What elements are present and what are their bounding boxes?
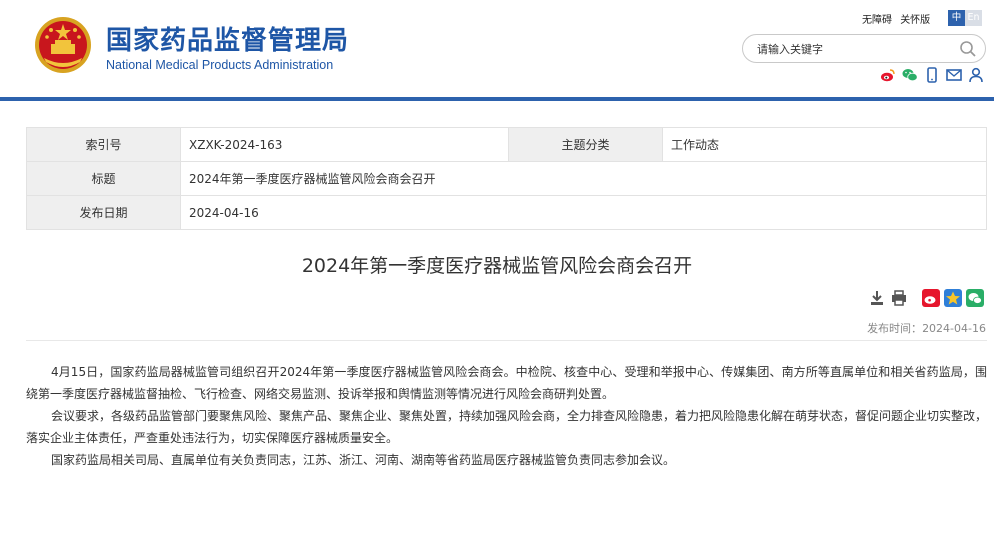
share-weibo-icon[interactable] — [922, 289, 940, 307]
accessibility-link[interactable]: 无障碍 — [862, 15, 892, 26]
download-icon[interactable] — [868, 289, 886, 307]
date-label: 发布日期 — [26, 195, 181, 230]
mobile-icon[interactable] — [924, 67, 940, 83]
lang-zh-button[interactable]: 中 — [948, 10, 965, 26]
national-emblem-icon — [35, 17, 91, 73]
top-links: 无障碍 关怀版 — [862, 11, 935, 26]
table-row: 索引号 XZXK-2024-163 主题分类 工作动态 — [26, 127, 987, 162]
article-paragraph: 4月15日，国家药监局器械监管司组织召开2024年第一季度医疗器械监管风险会商会… — [26, 365, 987, 401]
article-paragraph: 国家药监局相关司局、直属单位有关负责同志，江苏、浙江、河南、湖南等省药监局医疗器… — [51, 453, 676, 467]
index-value: XZXK-2024-163 — [180, 127, 509, 162]
table-row: 发布日期 2024-04-16 — [26, 195, 987, 230]
user-icon[interactable] — [968, 67, 984, 83]
care-mode-link[interactable]: 关怀版 — [900, 15, 930, 26]
content-divider — [26, 340, 987, 341]
search-input[interactable] — [757, 40, 957, 58]
header-divider — [0, 97, 994, 101]
article-metadata-table: 索引号 XZXK-2024-163 主题分类 工作动态 标题 2024年第一季度… — [26, 127, 987, 230]
article-title: 2024年第一季度医疗器械监管风险会商会召开 — [301, 255, 693, 277]
language-switch: 中 En — [948, 10, 982, 26]
date-value: 2024-04-16 — [180, 195, 987, 230]
category-value: 工作动态 — [662, 127, 987, 162]
article-body: 4月15日，国家药监局器械监管司组织召开2024年第一季度医疗器械监管风险会商会… — [26, 361, 987, 471]
search-icon[interactable] — [959, 40, 977, 58]
table-row: 标题 2024年第一季度医疗器械监管风险会商会召开 — [26, 161, 987, 196]
publish-time: 发布时间：2024-04-16 — [867, 320, 986, 336]
share-qzone-icon[interactable] — [944, 289, 962, 307]
mail-icon[interactable] — [946, 67, 962, 83]
title-value: 2024年第一季度医疗器械监管风险会商会召开 — [180, 161, 987, 196]
weibo-icon[interactable] — [880, 67, 896, 83]
site-name-cn[interactable]: 国家药品监督管理局 — [106, 20, 349, 57]
search-box — [742, 34, 986, 63]
title-label: 标题 — [26, 161, 181, 196]
article-tools — [868, 289, 984, 307]
category-label: 主题分类 — [508, 127, 663, 162]
lang-en-button[interactable]: En — [965, 10, 982, 26]
publish-time-value: 2024-04-16 — [922, 322, 986, 335]
print-icon[interactable] — [890, 289, 908, 307]
article-paragraph: 会议要求，各级药品监管部门要聚焦风险、聚焦产品、聚焦企业、聚焦处置，持续加强风险… — [26, 409, 988, 445]
publish-time-label: 发布时间： — [867, 322, 923, 335]
wechat-icon[interactable] — [902, 67, 918, 83]
site-header: 国家药品监督管理局 National Medical Products Admi… — [0, 0, 994, 98]
index-label: 索引号 — [26, 127, 181, 162]
site-name-en[interactable]: National Medical Products Administration — [106, 58, 333, 72]
social-links — [880, 67, 984, 83]
share-wechat-icon[interactable] — [966, 289, 984, 307]
